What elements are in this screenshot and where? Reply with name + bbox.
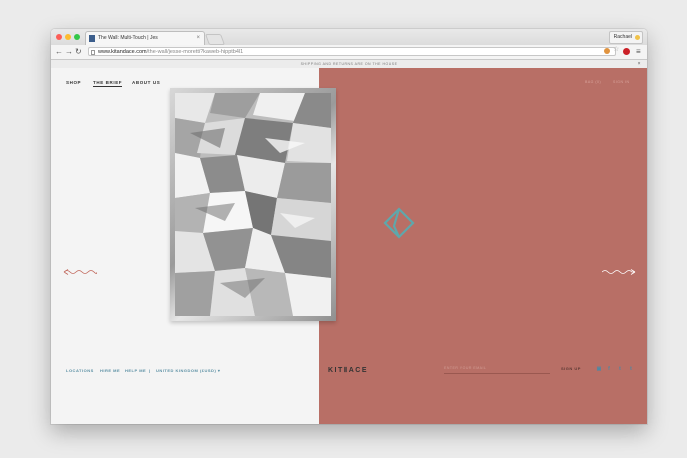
tab-title: The Wall: Multi-Touch | Jes: [98, 35, 158, 41]
footer-locations-link[interactable]: LOCATIONS: [66, 368, 94, 373]
shipping-banner: SHIPPING AND RETURNS ARE ON THE HOUSE ×: [51, 60, 647, 68]
browser-tab[interactable]: The Wall: Multi-Touch | Jes ×: [85, 31, 205, 45]
new-tab-button[interactable]: [204, 34, 226, 45]
browser-window: The Wall: Multi-Touch | Jes × Rachael ← …: [51, 29, 647, 424]
profile-button[interactable]: Rachael: [608, 31, 643, 44]
extension-icon[interactable]: [604, 48, 610, 54]
newsletter-signup-button[interactable]: SIGN UP: [561, 366, 581, 371]
kite-logo-icon: [383, 207, 415, 239]
banner-text: SHIPPING AND RETURNS ARE ON THE HOUSE: [300, 62, 398, 66]
chrome-menu-icon[interactable]: ≡: [636, 46, 641, 58]
forward-button[interactable]: →: [65, 46, 73, 58]
artwork-image: [175, 93, 331, 316]
profile-name: Rachael: [613, 34, 632, 40]
url-path: /the-wall/jesse-moretti?kaweb-hipptb4l1: [146, 49, 244, 55]
bag-link[interactable]: BAG (0): [585, 80, 601, 84]
artwork-geometric-shapes: [175, 93, 331, 316]
artwork-frame[interactable]: [170, 88, 336, 321]
tumblr-icon[interactable]: t: [628, 366, 634, 372]
minimize-window-icon[interactable]: [65, 34, 71, 40]
maximize-window-icon[interactable]: [74, 34, 80, 40]
address-bar[interactable]: www.kitandace.com/the-wall/jesse-moretti…: [88, 47, 616, 56]
close-tab-icon[interactable]: ×: [196, 35, 200, 41]
footer-hire-me-link[interactable]: HIRE ME: [100, 368, 120, 373]
back-button[interactable]: ←: [55, 46, 63, 58]
banner-close-icon[interactable]: ×: [638, 60, 641, 68]
sign-in-link[interactable]: SIGN IN: [613, 80, 630, 84]
pinterest-icon[interactable]: [623, 48, 630, 55]
footer-help-me-link[interactable]: HELP ME: [125, 368, 146, 373]
tab-bar: The Wall: Multi-Touch | Jes × Rachael: [51, 29, 647, 45]
squiggle-arrow-right-icon[interactable]: [602, 268, 636, 276]
kit-and-ace-logo[interactable]: KITⅡACE: [328, 366, 368, 374]
page-icon: [91, 50, 95, 55]
reload-button[interactable]: ↻: [75, 46, 82, 58]
newsletter-email-input[interactable]: ENTER YOUR EMAIL: [444, 364, 550, 374]
nav-the-brief[interactable]: THE BRIEF: [93, 80, 123, 87]
facebook-icon[interactable]: f: [606, 366, 612, 372]
twitter-icon[interactable]: t: [617, 366, 623, 372]
favicon-icon: [89, 35, 95, 42]
close-window-icon[interactable]: [56, 34, 62, 40]
squiggle-arrow-left-icon[interactable]: [63, 268, 97, 276]
bookmark-star-icon[interactable]: ☆: [613, 46, 620, 54]
footer-separator: |: [149, 368, 151, 373]
profile-icon: [635, 35, 640, 40]
nav-about-us[interactable]: ABOUT US: [132, 80, 160, 85]
instagram-icon[interactable]: ▣: [596, 366, 602, 372]
browser-toolbar: ← → ↻ www.kitandace.com/the-wall/jesse-m…: [51, 45, 647, 60]
country-selector[interactable]: UNITED KINGDOM (£USD) ▾: [156, 368, 220, 373]
nav-shop[interactable]: SHOP: [66, 80, 81, 85]
url-host: www.kitandace.com: [98, 49, 147, 55]
